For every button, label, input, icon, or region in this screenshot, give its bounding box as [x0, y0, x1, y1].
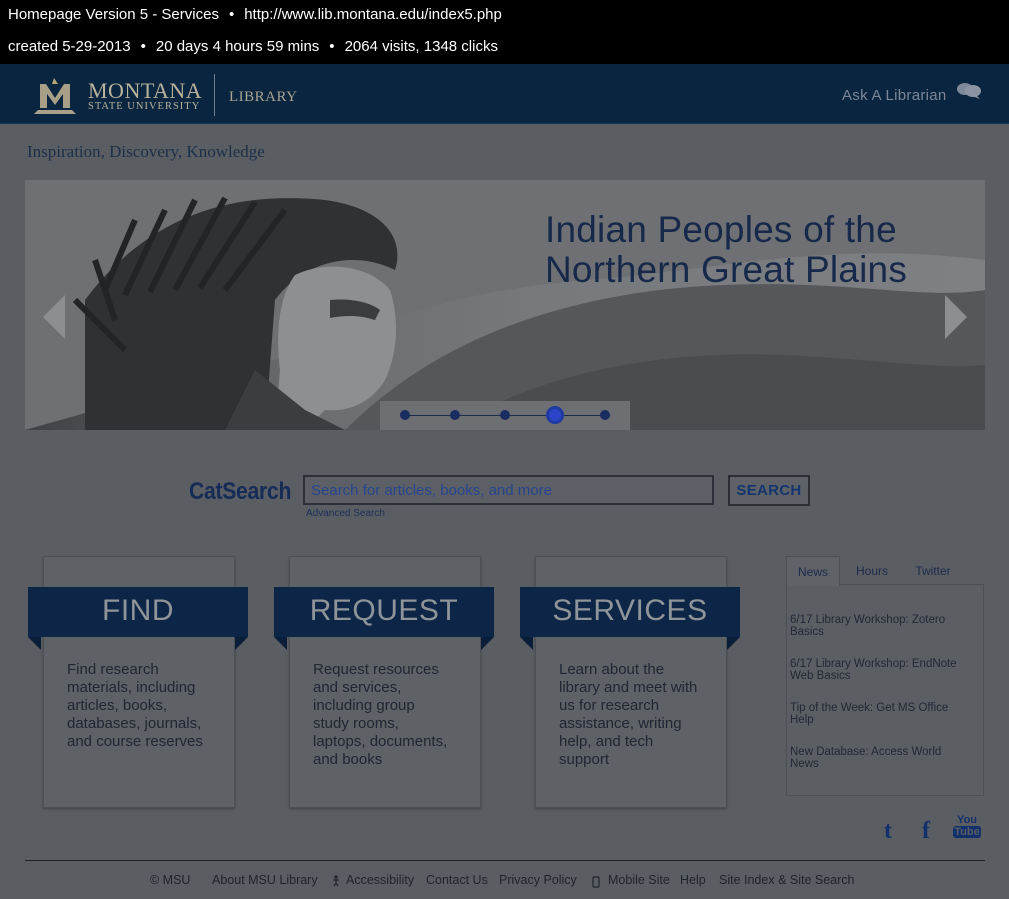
hero-carousel[interactable]: Indian Peoples of the Northern Great Pla… — [25, 180, 985, 430]
ribbon-fold — [274, 637, 287, 650]
find-card-description: Find research materials, including artic… — [67, 661, 227, 751]
info-line-1: Homepage Version 5 - Services • http://www… — [8, 6, 502, 23]
find-card-title[interactable]: FIND — [28, 587, 248, 637]
catsearch-label: CatSearch — [189, 478, 292, 505]
footer-copyright: © MSU — [150, 873, 191, 887]
ribbon-fold — [520, 637, 533, 650]
card-text-line: Request resources — [313, 661, 439, 678]
footer-accessibility-link[interactable]: Accessibility — [346, 873, 414, 887]
info-line-2: created 5-29-2013 • 20 days 4 hours 59 min… — [8, 38, 498, 55]
footer-site-index-link[interactable]: Site Index & Site Search — [719, 873, 855, 887]
card-text-line: assistance, writing — [559, 715, 682, 732]
card-text-line: and course reserves — [67, 733, 203, 750]
news-item-line: Basics — [790, 626, 824, 638]
youtube-icon[interactable]: You Tube — [953, 814, 981, 838]
footer-privacy-link[interactable]: Privacy Policy — [499, 873, 577, 887]
news-item-line: 6/17 Library Workshop: Zotero — [790, 614, 946, 626]
previous-slide-arrow-icon[interactable] — [43, 295, 65, 339]
page-version-title: Homepage Version 5 - Services — [8, 6, 219, 23]
duration: 20 days 4 hours 59 mins — [155, 38, 320, 55]
card-text-line: library and meet with — [559, 679, 698, 696]
youtube-label-top: You — [957, 814, 977, 826]
site-header: MONTANA STATE UNIVERSITY LIBRARY Ask A L… — [0, 64, 1009, 124]
youtube-label-bottom: Tube — [953, 826, 981, 838]
card-text-line: Find research — [67, 661, 159, 678]
created-date: created 5-29-2013 — [8, 38, 131, 55]
services-card-description: Learn about the library and meet with us… — [559, 661, 719, 769]
next-slide-arrow-icon[interactable] — [945, 295, 967, 339]
ask-a-librarian-link[interactable]: Ask A Librarian — [842, 87, 947, 104]
ribbon-fold — [235, 637, 248, 650]
hero-title-line-2: Northern Great Plains — [545, 249, 908, 290]
card-text-line: help, and tech — [559, 733, 654, 750]
news-item-line: Web Basics — [790, 670, 851, 682]
catsearch-input[interactable]: Search for articles, books, and more — [303, 475, 714, 505]
news-item-line: News — [790, 758, 819, 770]
separator: • — [329, 38, 335, 55]
footer-about-link[interactable]: About MSU Library — [212, 873, 318, 887]
accessibility-icon[interactable] — [331, 875, 341, 887]
card-text-line: articles, books, — [67, 697, 168, 714]
news-item[interactable]: 6/17 Library Workshop: EndNote Web Basic… — [790, 658, 970, 682]
speech-bubbles-icon[interactable] — [956, 82, 982, 100]
news-item[interactable]: New Database: Access World News — [790, 746, 970, 770]
twitter-icon[interactable]: t — [884, 818, 892, 845]
tab-news[interactable]: News — [786, 556, 840, 586]
tab-twitter[interactable]: Twitter — [905, 556, 961, 586]
logo-library[interactable]: LIBRARY — [229, 89, 298, 106]
card-text-line: support — [559, 751, 610, 768]
footer-mobile-link[interactable]: Mobile Site — [608, 873, 670, 887]
card-text-line: databases, journals, — [67, 715, 202, 732]
search-button[interactable]: SEARCH — [728, 475, 810, 506]
ribbon-fold — [727, 637, 740, 650]
hero-title[interactable]: Indian Peoples of the Northern Great Pla… — [545, 210, 907, 290]
services-card-title[interactable]: SERVICES — [520, 587, 740, 637]
news-item-line: 6/17 Library Workshop: EndNote — [790, 658, 957, 670]
ribbon-fold — [28, 637, 41, 650]
card-text-line: materials, including — [67, 679, 196, 696]
advanced-search-link[interactable]: Advanced Search — [306, 508, 385, 519]
mobile-phone-icon[interactable] — [592, 876, 600, 888]
news-item[interactable]: 6/17 Library Workshop: Zotero Basics — [790, 614, 970, 638]
request-card-title[interactable]: REQUEST — [274, 587, 494, 637]
slide-dot-5[interactable] — [600, 410, 610, 420]
slide-dot-3[interactable] — [500, 410, 510, 420]
slide-dot-2[interactable] — [450, 410, 460, 420]
news-item-line: Tip of the Week: Get MS Office — [790, 702, 949, 714]
page-url: http://www.lib.montana.edu/index5.php — [244, 6, 502, 23]
visit-stats: 2064 visits, 1348 clicks — [344, 38, 498, 55]
card-text-line: Learn about the — [559, 661, 665, 678]
card-text-line: and services, — [313, 679, 402, 696]
slide-dot-4[interactable] — [546, 406, 564, 424]
logo-state-university[interactable]: STATE UNIVERSITY — [88, 101, 200, 112]
news-item-line: New Database: Access World — [790, 746, 942, 758]
footer-help-link[interactable]: Help — [680, 873, 706, 887]
request-card-description: Request resources and services, includin… — [313, 661, 473, 769]
heatmap-info-bar: Homepage Version 5 - Services • http://www… — [0, 0, 1009, 64]
slide-indicator — [380, 401, 630, 430]
site-tagline: Inspiration, Discovery, Knowledge — [27, 142, 265, 161]
library-homepage: MONTANA STATE UNIVERSITY LIBRARY Ask A L… — [0, 64, 1009, 899]
footer-contact-link[interactable]: Contact Us — [426, 873, 488, 887]
news-item[interactable]: Tip of the Week: Get MS Office Help — [790, 702, 970, 726]
card-text-line: and books — [313, 751, 383, 768]
tab-hours[interactable]: Hours — [845, 556, 899, 586]
news-item-line: Help — [790, 714, 814, 726]
slide-dot-1[interactable] — [400, 410, 410, 420]
footer-divider — [25, 860, 985, 861]
card-text-line: laptops, documents, — [313, 733, 448, 750]
hero-title-line-1: Indian Peoples of the — [545, 209, 897, 250]
facebook-icon[interactable]: f — [922, 818, 930, 845]
msu-m-logo-icon[interactable] — [32, 76, 78, 116]
separator: • — [140, 38, 146, 55]
card-text-line: including group — [313, 697, 415, 714]
card-text-line: study rooms, — [313, 715, 399, 732]
card-text-line: us for research — [559, 697, 660, 714]
logo-divider — [214, 74, 215, 116]
ribbon-fold — [481, 637, 494, 650]
separator: • — [228, 6, 235, 23]
